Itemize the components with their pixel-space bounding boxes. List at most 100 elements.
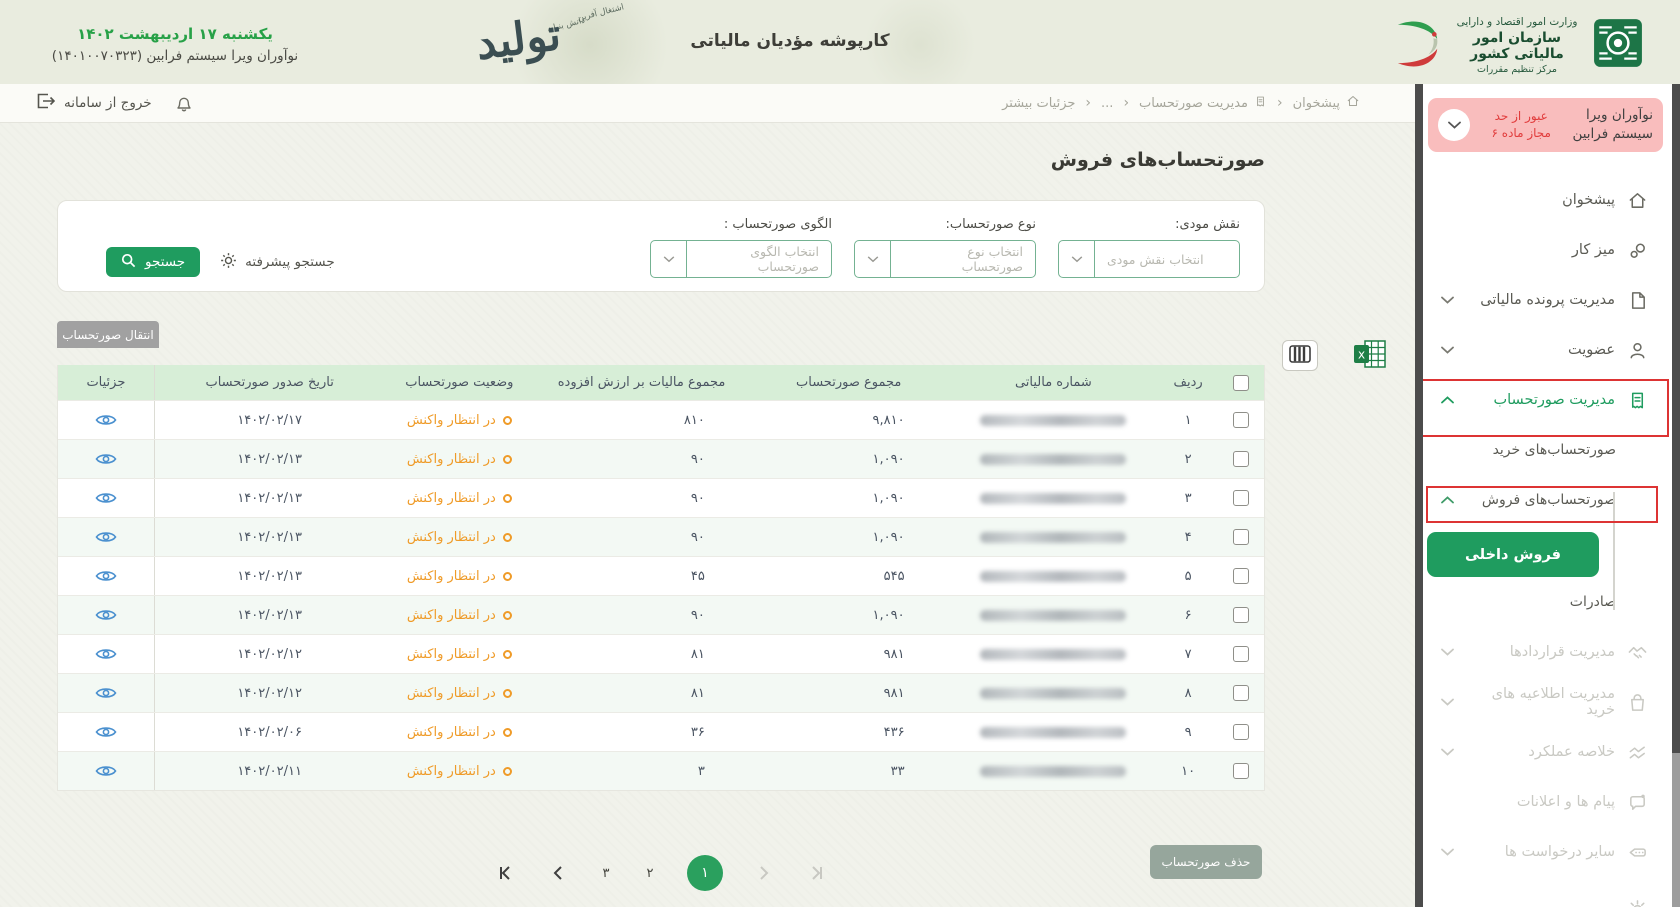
status-ring-icon bbox=[503, 728, 512, 737]
table-row: ۷۹۸۱۸۱در انتظار واکنش۱۴۰۲/۰۲/۱۲ bbox=[58, 634, 1264, 673]
sidebar: نوآوران ویرا سیستم فرابین عبور از حد مجا… bbox=[1423, 84, 1672, 907]
details-eye-icon[interactable] bbox=[93, 606, 119, 624]
status-ring-icon bbox=[503, 494, 512, 503]
issue-date: ۱۴۰۲/۰۲/۱۲ bbox=[155, 635, 385, 673]
transfer-invoices-button[interactable]: انتقال صورتحساب bbox=[57, 321, 159, 348]
tax-organization-logo: وزارت امور اقتصاد و دارایی سازمان امور م… bbox=[1394, 12, 1644, 78]
invoice-total: ۱,۰۹۰ bbox=[749, 440, 949, 478]
user-account-badge[interactable]: نوآوران ویرا سیستم فرابین عبور از حد مجا… bbox=[1428, 98, 1663, 152]
requests-icon bbox=[1627, 842, 1648, 863]
filter-select[interactable]: انتخاب نقش مودی bbox=[1058, 240, 1240, 278]
details-eye-icon[interactable] bbox=[93, 684, 119, 702]
tax-number-blurred bbox=[980, 727, 1126, 738]
content-scrollbar[interactable] bbox=[1415, 84, 1423, 907]
vat-total: ۸۱ bbox=[534, 635, 749, 673]
table-row: ۱۰۳۳۳در انتظار واکنش۱۴۰۲/۰۲/۱۱ bbox=[58, 751, 1264, 790]
performance-icon bbox=[1627, 742, 1648, 763]
row-checkbox[interactable] bbox=[1233, 490, 1249, 506]
details-eye-icon[interactable] bbox=[93, 762, 119, 780]
current-date: یکشنبه ۱۷ اردیبهشت ۱۴۰۲ bbox=[10, 25, 340, 43]
details-eye-icon[interactable] bbox=[93, 489, 119, 507]
details-eye-icon[interactable] bbox=[93, 450, 119, 468]
delete-invoice-button[interactable]: حذف صورتحساب bbox=[1150, 845, 1262, 879]
invoice-total: ۳۳ bbox=[749, 752, 949, 790]
search-button-label: جستجو bbox=[145, 254, 185, 270]
status-badge: در انتظار واکنش bbox=[407, 413, 512, 428]
sidebar-subitem-internal-sales[interactable]: فروش داخلی bbox=[1427, 532, 1599, 577]
details-eye-icon[interactable] bbox=[93, 528, 119, 546]
invoice-total: ۴۳۶ bbox=[749, 713, 949, 751]
breadcrumb-item[interactable]: مدیریت صورتحساب bbox=[1139, 95, 1267, 112]
status-ring-icon bbox=[503, 416, 512, 425]
status-ring-icon bbox=[503, 455, 512, 464]
row-checkbox[interactable] bbox=[1233, 763, 1249, 779]
row-checkbox[interactable] bbox=[1233, 724, 1249, 740]
header-checkbox-cell bbox=[1218, 365, 1264, 400]
table-columns-toggle-button[interactable] bbox=[1282, 340, 1318, 371]
chevron-up-icon bbox=[1441, 496, 1454, 504]
pagination-page[interactable]: ۲ bbox=[643, 866, 657, 881]
logout-label: خروج از سامانه bbox=[64, 95, 152, 111]
sidebar-item[interactable]: عضویت bbox=[1423, 325, 1672, 375]
filter-select[interactable]: انتخاب الگوی صورتحساب bbox=[650, 240, 832, 278]
search-button[interactable]: جستجو bbox=[106, 247, 200, 277]
row-checkbox[interactable] bbox=[1233, 412, 1249, 428]
filter-label: نقش مودی: bbox=[1058, 217, 1240, 232]
notification-bell-icon[interactable] bbox=[176, 94, 192, 116]
row-checkbox[interactable] bbox=[1233, 646, 1249, 662]
sidebar-item[interactable]: پیشخوان bbox=[1423, 175, 1672, 225]
vat-total: ۳ bbox=[534, 752, 749, 790]
status-badge: در انتظار واکنش bbox=[407, 452, 512, 467]
sidebar-item[interactable]: مدیریت پرونده مالیاتی bbox=[1423, 275, 1672, 325]
row-checkbox[interactable] bbox=[1233, 568, 1249, 584]
svg-text:x: x bbox=[1358, 348, 1365, 362]
sidebar-subitem[interactable]: صادرات bbox=[1423, 577, 1672, 627]
row-checkbox[interactable] bbox=[1233, 685, 1249, 701]
page-scrollbar[interactable] bbox=[1672, 84, 1680, 907]
details-eye-icon[interactable] bbox=[93, 723, 119, 741]
sidebar-subitem[interactable]: صورتحساب‌های فروش bbox=[1423, 475, 1672, 525]
invoice-total: ۹۸۱ bbox=[749, 674, 949, 712]
breadcrumb-item[interactable]: پیشخوان bbox=[1293, 94, 1360, 112]
chevron-down-icon bbox=[1441, 346, 1454, 354]
row-checkbox[interactable] bbox=[1233, 529, 1249, 545]
pagination-prev-button[interactable] bbox=[547, 862, 569, 884]
details-eye-icon[interactable] bbox=[93, 411, 119, 429]
sidebar-item[interactable]: میز کار bbox=[1423, 225, 1672, 275]
filter-group: نوع صورتحساب: انتخاب نوع صورتحساب bbox=[854, 217, 1036, 278]
row-index: ۷ bbox=[1158, 635, 1218, 673]
page-scrollbar-thumb[interactable] bbox=[1672, 753, 1680, 907]
table-row: ۳۱,۰۹۰۹۰در انتظار واکنش۱۴۰۲/۰۲/۱۳ bbox=[58, 478, 1264, 517]
user-menu-chevron[interactable] bbox=[1438, 109, 1470, 141]
table-row: ۹۴۳۶۳۶در انتظار واکنش۱۴۰۲/۰۲/۰۶ bbox=[58, 712, 1264, 751]
sidebar-item[interactable]: مدیریت صورتحساب bbox=[1423, 375, 1672, 425]
row-checkbox[interactable] bbox=[1233, 607, 1249, 623]
select-all-checkbox[interactable] bbox=[1233, 375, 1249, 391]
filter-group: الگوی صورتحساب :انتخاب الگوی صورتحساب bbox=[650, 217, 832, 278]
row-index: ۲ bbox=[1158, 440, 1218, 478]
pagination-page[interactable]: ۳ bbox=[599, 866, 613, 881]
filter-select[interactable]: انتخاب نوع صورتحساب bbox=[854, 240, 1036, 278]
pagination-last-button bbox=[805, 862, 827, 884]
status-badge: در انتظار واکنش bbox=[407, 725, 512, 740]
row-checkbox[interactable] bbox=[1233, 451, 1249, 467]
table-row: ۶۱,۰۹۰۹۰در انتظار واکنش۱۴۰۲/۰۲/۱۳ bbox=[58, 595, 1264, 634]
select-placeholder: انتخاب الگوی صورتحساب bbox=[687, 241, 831, 277]
person-icon bbox=[1627, 340, 1648, 361]
export-excel-button[interactable]: x bbox=[1352, 339, 1388, 371]
details-eye-icon[interactable] bbox=[93, 567, 119, 585]
breadcrumb-item[interactable]: ... bbox=[1101, 96, 1113, 111]
logout-button[interactable]: خروج از سامانه bbox=[36, 84, 152, 122]
filter-label: نوع صورتحساب: bbox=[854, 217, 1036, 232]
table-row: ۲۱,۰۹۰۹۰در انتظار واکنش۱۴۰۲/۰۲/۱۳ bbox=[58, 439, 1264, 478]
issue-date: ۱۴۰۲/۰۲/۱۳ bbox=[155, 479, 385, 517]
row-index: ۸ bbox=[1158, 674, 1218, 712]
sidebar-subitem[interactable]: صورتحساب‌های خرید bbox=[1423, 425, 1672, 475]
pagination-first-button[interactable] bbox=[495, 862, 517, 884]
breadcrumb-item[interactable]: جزئیات بیشتر bbox=[1002, 96, 1075, 111]
vat-total: ۸۱ bbox=[534, 674, 749, 712]
pagination-page-active[interactable]: ۱ bbox=[687, 855, 723, 891]
advanced-search-button[interactable]: جستجو پیشرفته bbox=[220, 252, 335, 273]
invoice-total: ۱,۰۹۰ bbox=[749, 518, 949, 556]
details-eye-icon[interactable] bbox=[93, 645, 119, 663]
